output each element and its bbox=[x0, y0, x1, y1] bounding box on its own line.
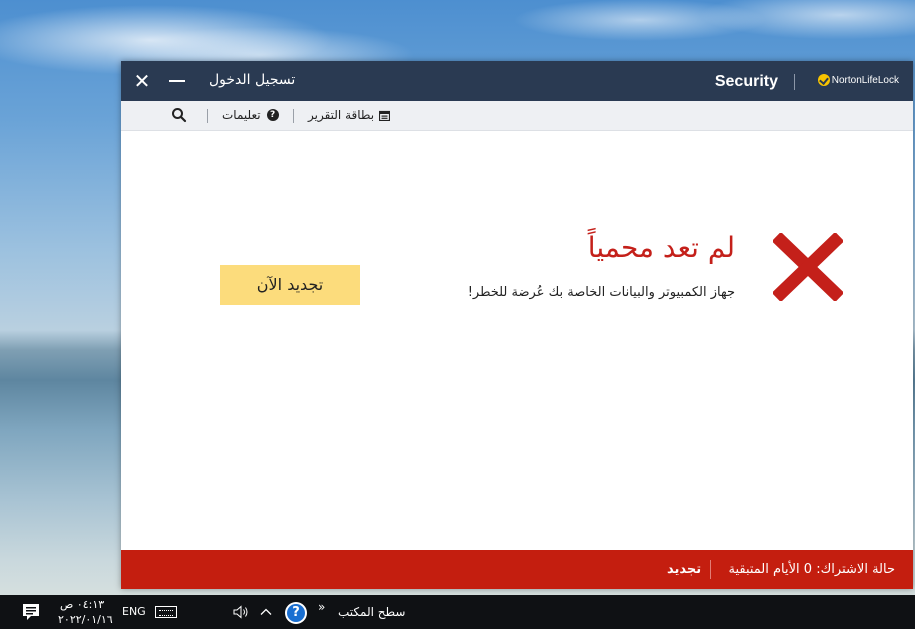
desktop-toolbar-label[interactable]: سطح المكتب bbox=[338, 605, 405, 619]
brand-divider bbox=[794, 74, 795, 90]
help-tray-icon[interactable]: ? bbox=[285, 602, 307, 624]
toolbar-divider bbox=[207, 109, 208, 123]
title-bar: ✕ تسجيل الدخول Security NortonLifeLock bbox=[121, 61, 913, 101]
minimize-icon bbox=[169, 80, 185, 82]
protection-status-title: لم تعد محمياً bbox=[587, 231, 735, 264]
close-button[interactable]: ✕ bbox=[131, 70, 153, 92]
help-label: تعليمات bbox=[222, 108, 261, 122]
report-card-link[interactable]: بطاقة التقرير bbox=[308, 108, 391, 122]
subscription-status-bar: حالة الاشتراك: 0 الأيام المتبقية تجديد bbox=[121, 550, 913, 589]
minimize-button[interactable] bbox=[165, 70, 189, 92]
desktop-toolbar-chevron[interactable]: » bbox=[318, 600, 325, 614]
unprotected-x-icon bbox=[773, 233, 843, 301]
clock-time[interactable]: ٠٤:١٣ ص bbox=[60, 598, 104, 611]
norton-logo-text: NortonLifeLock bbox=[831, 74, 899, 86]
keyboard-icon[interactable] bbox=[155, 606, 177, 618]
norton-security-window: ✕ تسجيل الدخول Security NortonLifeLock ?… bbox=[121, 61, 913, 589]
clock-date[interactable]: ٢٠٢٢/٠١/١٦ bbox=[58, 613, 113, 626]
norton-check-icon bbox=[817, 74, 830, 86]
action-center-icon[interactable] bbox=[22, 603, 40, 621]
subscription-status-text: حالة الاشتراك: 0 الأيام المتبقية bbox=[728, 562, 895, 577]
sign-in-link[interactable]: تسجيل الدخول bbox=[209, 72, 295, 88]
search-icon[interactable] bbox=[171, 107, 187, 123]
footer-divider bbox=[710, 560, 711, 579]
report-card-label: بطاقة التقرير bbox=[308, 108, 375, 122]
help-icon: ? bbox=[266, 109, 279, 121]
toolbar-divider bbox=[293, 109, 294, 123]
protection-status-message: جهاز الكمبيوتر والبيانات الخاصة بك عُرضة… bbox=[467, 285, 735, 300]
footer-renew-link[interactable]: تجديد bbox=[667, 562, 701, 577]
norton-logo: NortonLifeLock bbox=[817, 74, 899, 86]
volume-icon[interactable] bbox=[233, 605, 249, 619]
help-link[interactable]: ? تعليمات bbox=[222, 108, 279, 122]
taskbar: ٠٤:١٣ ص ٢٠٢٢/٠١/١٦ ENG ? » سطح المكتب bbox=[0, 595, 915, 629]
input-language[interactable]: ENG bbox=[122, 605, 146, 618]
calendar-icon bbox=[379, 110, 391, 121]
toolbar: ? تعليمات بطاقة التقرير bbox=[121, 101, 913, 131]
renew-now-button[interactable]: تجديد الآن bbox=[220, 265, 360, 305]
product-name: Security bbox=[714, 73, 778, 90]
chevron-up-icon[interactable] bbox=[259, 605, 273, 619]
question-icon: ? bbox=[287, 604, 305, 622]
